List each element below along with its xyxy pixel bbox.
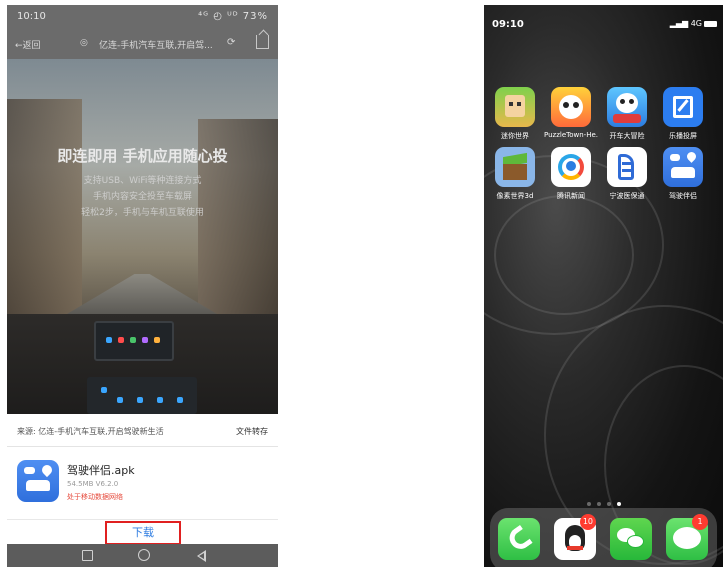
app-tencent-news[interactable]: 腾讯新闻 [544,147,598,201]
mini-world-icon [495,87,535,127]
road-image [67,274,217,314]
hero-headline: 即连即用 手机应用随心投 [57,147,228,165]
app-ningbo-medical[interactable]: 宁波医保通 [600,147,654,201]
reload-icon[interactable]: ⟳ [227,37,235,48]
site-favicon-icon: ◎ [80,38,88,48]
android-nav-bar [7,544,278,567]
status-time: 10:10 [17,11,46,22]
tencent-news-icon [551,147,591,187]
app-label: 腾讯新闻 [557,192,585,200]
app-label: PuzzleTown-He... [544,131,598,139]
status-indicators: ⁴ᴳ ◴ ᵁᴰ 73% [198,11,268,22]
app-mini-world[interactable]: 迷你世界 [488,87,542,141]
back-triangle-icon[interactable] [197,550,206,562]
car-screen-image [94,321,174,361]
page-title: 亿连-手机汽车互联,开启驾... [99,41,213,51]
phone-icon [498,518,540,560]
page-dot [586,502,591,506]
puzzle-town-icon [551,87,591,127]
app-driving-adventure[interactable]: 开车大冒险 [600,87,654,141]
file-meta: 54.5MB V6.2.0 [67,480,119,488]
network-warning: 处于移动数据网络 [67,493,123,501]
download-source: 来源: 亿连-手机汽车互联,开启驾驶新生活 [17,427,164,436]
divider [7,519,278,520]
signal-type: 4G [690,19,702,28]
notification-badge: 10 [579,514,596,530]
status-time: 09:10 [492,19,524,30]
app-lebo-cast[interactable]: 乐播投屏 [656,87,710,141]
download-button[interactable]: 下载 [105,521,181,545]
recent-apps-icon[interactable] [82,550,93,561]
ningbo-medical-icon [607,147,647,187]
app-label: 像素世界3d [496,192,534,200]
hero-line-3: 轻松2步，手机与车机互联使用 [81,208,204,218]
driving-companion-icon [663,147,703,187]
dock-app-wechat[interactable] [604,518,658,560]
hero-banner: 即连即用 手机应用随心投 支持USB、WiFi等种连接方式 手机内容安全投至车载… [7,59,278,414]
app-driving-companion[interactable]: 驾驶伴侣 [656,147,710,201]
dock-app-phone[interactable] [492,518,546,560]
app-label: 迷你世界 [501,132,529,140]
download-sheet: 来源: 亿连-手机汽车互联,开启驾驶新生活 文件转存 驾驶伴侣.apk 54.5… [7,414,278,545]
divider [7,446,278,447]
hero-line-1: 支持USB、WiFi等种连接方式 [83,176,202,186]
lebo-cast-icon [663,87,703,127]
dock-app-messages[interactable]: 1 [660,514,714,560]
app-label: 宁波医保通 [609,192,645,200]
messages-icon: 1 [666,514,708,560]
iphone-home-screen: 09:10 ▂▄▆ 4G 迷你世界 PuzzleTown-He... 开车大冒险 [484,5,723,567]
browser-toolbar: ←返回 ◎ 亿连-手机汽车互联,开启驾... ⟳ [7,29,278,59]
home-icon[interactable] [138,549,150,561]
car-console-image [87,377,197,414]
app-label: 驾驶伴侣 [669,192,697,200]
file-name: 驾驶伴侣.apk [67,464,135,477]
hero-line-2: 手机内容安全投至车载屏 [92,192,192,202]
battery-icon [704,20,717,27]
pixel-world-icon [495,147,535,187]
dock-app-qq[interactable]: 10 [548,514,602,560]
driving-companion-app-icon [17,460,59,502]
save-file-button[interactable]: 文件转存 [236,426,268,437]
back-button[interactable]: ←返回 [15,38,41,51]
page-dot-active [616,502,621,506]
qq-penguin-icon: 10 [554,514,596,560]
app-label: 乐播投屏 [669,132,697,140]
status-bar: 09:10 ▂▄▆ 4G [484,5,723,30]
driving-adventure-icon [607,87,647,127]
app-pixel-world[interactable]: 像素世界3d [488,147,542,201]
dock: 10 1 [490,508,717,567]
page-dot [606,502,611,506]
status-bar: 10:10 ⁴ᴳ ◴ ᵁᴰ 73% [7,5,278,29]
share-icon[interactable] [256,35,269,49]
status-indicators: ▂▄▆ 4G [670,19,717,28]
app-label: 开车大冒险 [609,132,645,140]
android-phone-screen: 10:10 ⁴ᴳ ◴ ᵁᴰ 73% ←返回 ◎ 亿连-手机汽车互联,开启驾...… [7,5,278,567]
page-dot [596,502,601,506]
app-puzzle-town[interactable]: PuzzleTown-He... [544,87,598,139]
wechat-icon [610,518,652,560]
wallpaper-swirl [494,195,634,315]
notification-badge: 1 [692,514,708,530]
